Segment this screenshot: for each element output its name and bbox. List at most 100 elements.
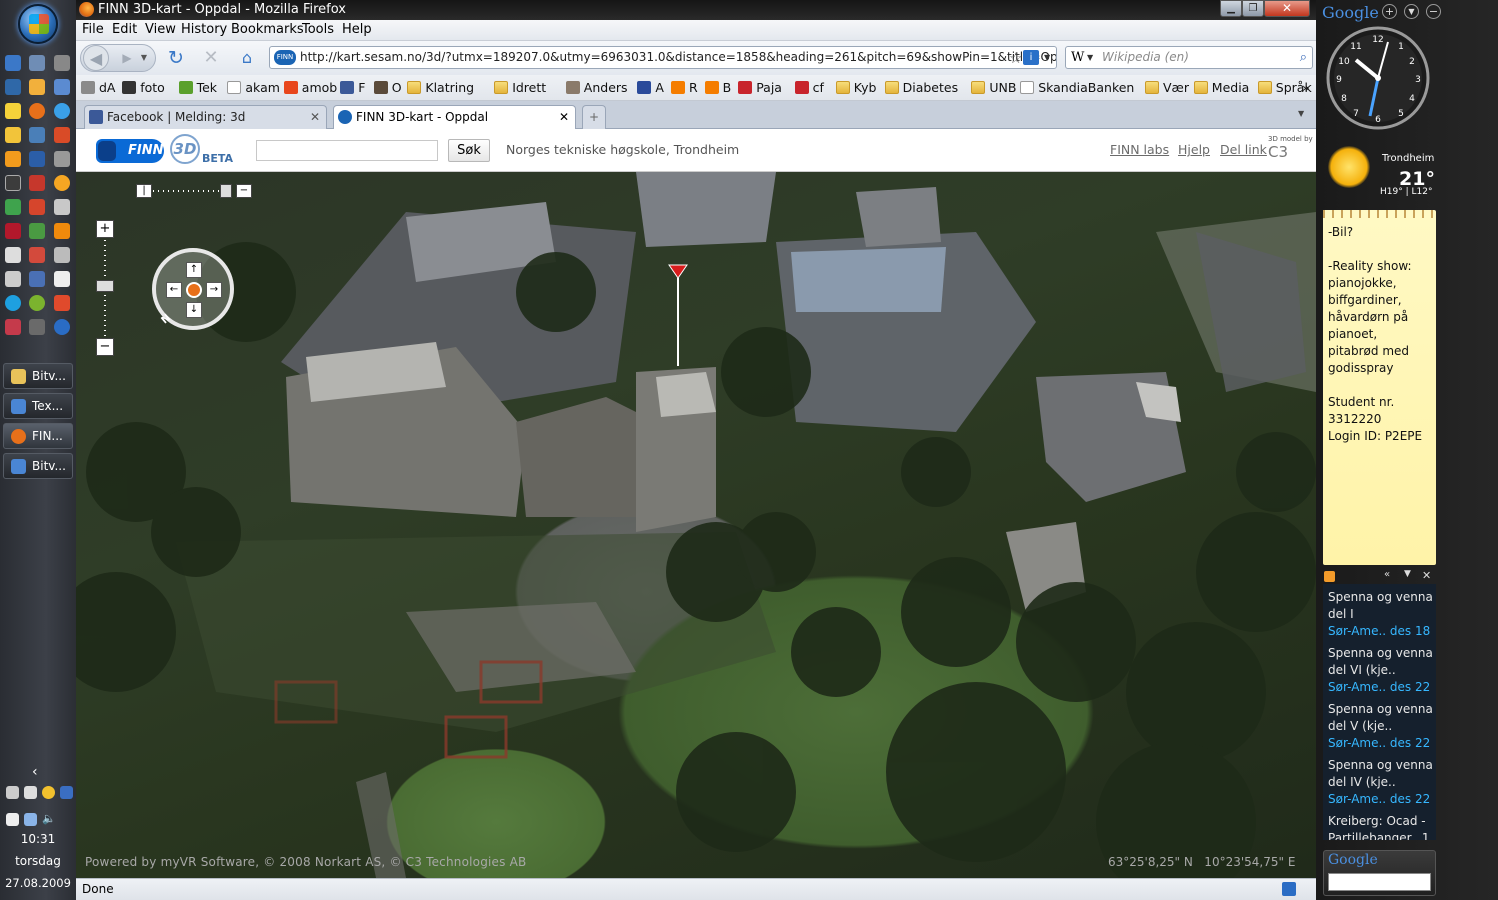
quicklaunch-icon-29[interactable] — [29, 271, 45, 287]
add-gadget-button[interactable]: + — [1382, 4, 1397, 19]
finn-labs-link[interactable]: FINN labs — [1110, 142, 1169, 157]
taskbar-button-2[interactable]: Tex... — [3, 393, 73, 419]
bookmark-4[interactable]: amob — [283, 80, 337, 95]
bookmark-12[interactable]: B — [704, 80, 731, 95]
tab-close-icon[interactable]: ✕ — [310, 106, 320, 128]
tab-list-dropdown-icon[interactable]: ▼ — [1298, 109, 1304, 118]
quicklaunch-icon-6[interactable] — [54, 79, 70, 95]
url-bar[interactable]: FINN http://kart.sesam.no/3d/?utmx=18920… — [269, 46, 1057, 69]
quicklaunch-icon-11[interactable] — [29, 127, 45, 143]
pan-center-button[interactable] — [186, 282, 202, 298]
menu-bookmarks[interactable]: Bookmarks — [231, 22, 304, 37]
taskbar-button-1[interactable]: Bitv... — [3, 363, 73, 389]
quicklaunch-icon-10[interactable] — [5, 127, 21, 143]
pan-down-button[interactable]: ↓ — [186, 302, 202, 318]
feed-item[interactable]: Spenna og venna del VI (kje.. Sør-Ame.. d… — [1323, 640, 1436, 696]
tray-icon-2[interactable] — [24, 786, 37, 799]
quicklaunch-icon-21[interactable] — [54, 199, 70, 215]
quicklaunch-icon-16[interactable] — [5, 175, 21, 191]
finn-search-input[interactable] — [256, 140, 438, 161]
globe-icon[interactable] — [54, 319, 70, 335]
3d-map-view[interactable]: | − + − ↑ ← → ↓ N Powered by myVR Softwa… — [76, 172, 1316, 878]
url-dropdown-icon[interactable]: ▼ — [1044, 53, 1050, 62]
bookmark-18[interactable]: SkandiaBanken — [1020, 80, 1134, 95]
help-link[interactable]: Hjelp — [1178, 142, 1210, 157]
quicklaunch-icon-28[interactable] — [5, 271, 21, 287]
zoom-in-button[interactable]: + — [96, 220, 114, 238]
menu-history[interactable]: History — [181, 22, 227, 37]
bookmark-1[interactable]: foto — [122, 80, 165, 95]
quicklaunch-icon-17[interactable] — [29, 175, 45, 191]
clock-time[interactable]: 10:31 — [0, 832, 76, 846]
compass-control[interactable]: ↑ ← → ↓ N — [152, 248, 234, 330]
quicklaunch-icon-22[interactable] — [5, 223, 21, 239]
quicklaunch-icon-5[interactable] — [29, 79, 45, 95]
quicklaunch-icon-12[interactable] — [54, 127, 70, 143]
tab-facebook[interactable]: Facebook | Melding: 3d ✕ — [84, 105, 327, 129]
taskbar-button-3[interactable]: FIN... — [3, 423, 73, 449]
tilt-minus-button[interactable]: | — [136, 184, 152, 198]
menu-edit[interactable]: Edit — [112, 22, 137, 37]
location-pin[interactable] — [668, 264, 688, 368]
addon-status-icon[interactable] — [1282, 882, 1296, 896]
lightroom-icon[interactable] — [29, 319, 45, 335]
quicklaunch-icon-20[interactable] — [29, 199, 45, 215]
tray-icon-4[interactable] — [60, 786, 73, 799]
tab-finn-3d[interactable]: FINN 3D-kart - Oppdal ✕ — [333, 105, 576, 130]
feed-menu-button[interactable]: ▼ — [1404, 569, 1418, 582]
quicklaunch-icon-26[interactable] — [29, 247, 45, 263]
quicklaunch-icon-27[interactable] — [54, 247, 70, 263]
quicklaunch-icon-1[interactable] — [5, 55, 21, 71]
quicklaunch-icon-25[interactable] — [5, 247, 21, 263]
feed-item[interactable]: Spenna og venna del V (kje.. Sør-Ame.. de… — [1323, 696, 1436, 752]
taskbar-button-4[interactable]: Bitv... — [3, 453, 73, 479]
feed-back-button[interactable]: « — [1384, 569, 1398, 582]
firefox-quicklaunch-icon[interactable] — [29, 103, 45, 119]
bookmark-9[interactable]: Anders — [565, 80, 628, 95]
tray-icon-3[interactable] — [42, 786, 55, 799]
forward-button[interactable]: ▶ — [114, 45, 140, 71]
finn-logo[interactable]: FINN — [96, 139, 164, 163]
bookmark-20[interactable]: Media — [1193, 80, 1249, 95]
bookmark-7[interactable]: Klatring — [407, 80, 474, 95]
sidebar-minimize-button[interactable]: − — [1426, 4, 1441, 19]
tray-icon-1[interactable] — [6, 786, 19, 799]
pan-up-button[interactable]: ↑ — [186, 262, 202, 278]
quicklaunch-icon-2[interactable] — [29, 55, 45, 71]
pan-left-button[interactable]: ← — [166, 282, 182, 298]
start-button[interactable] — [18, 4, 58, 44]
spotify-icon[interactable] — [29, 295, 45, 311]
bookmark-10[interactable]: A — [637, 80, 664, 95]
tilt-slider[interactable]: | − — [136, 184, 252, 198]
stop-button[interactable]: ✕ — [198, 45, 224, 71]
quicklaunch-icon-34[interactable] — [5, 319, 21, 335]
zoom-thumb[interactable] — [96, 280, 114, 292]
bookmark-3[interactable]: akam — [227, 80, 280, 95]
tilt-plus-button[interactable]: − — [236, 184, 252, 198]
gadget-menu-button[interactable]: ▼ — [1404, 4, 1419, 19]
quicklaunch-icon-3[interactable] — [54, 55, 70, 71]
ie-quicklaunch-icon[interactable] — [54, 103, 70, 119]
bookmark-11[interactable]: R — [671, 80, 698, 95]
feed-item[interactable]: Kreiberg: Ocad - Partillebanger.. 1 — [1323, 808, 1436, 840]
menu-view[interactable]: View — [145, 22, 176, 37]
bookmark-5[interactable]: F — [340, 80, 365, 95]
quicklaunch-icon-19[interactable] — [5, 199, 21, 215]
feed-close-button[interactable]: ✕ — [1422, 569, 1436, 582]
tray-icon-5[interactable] — [6, 813, 19, 826]
volume-icon[interactable]: 🔈 — [42, 812, 56, 825]
bookmark-19[interactable]: Vær — [1145, 80, 1189, 95]
menu-file[interactable]: File — [82, 22, 104, 37]
reload-button[interactable]: ↻ — [163, 45, 189, 71]
pan-right-button[interactable]: → — [206, 282, 222, 298]
bookmarks-overflow-icon[interactable]: » — [1302, 80, 1310, 95]
quicklaunch-icon-23[interactable] — [29, 223, 45, 239]
bookmark-8[interactable]: Idrett — [494, 80, 546, 95]
vlc-icon[interactable] — [54, 223, 70, 239]
bookmark-16[interactable]: Diabetes — [884, 80, 958, 95]
menu-help[interactable]: Help — [342, 22, 372, 37]
photoshop-icon[interactable] — [29, 151, 45, 167]
history-dropdown-icon[interactable]: ▼ — [138, 45, 150, 71]
quicklaunch-icon-30[interactable] — [54, 271, 70, 287]
bookmark-15[interactable]: Kyb — [835, 80, 876, 95]
